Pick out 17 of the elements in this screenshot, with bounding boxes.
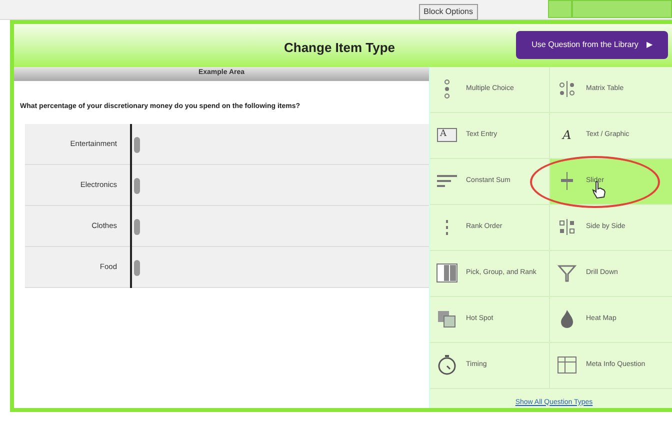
text-box-icon: A [437,128,457,142]
slider-handle[interactable] [134,136,140,152]
columns-icon [436,262,458,284]
slider-handle[interactable] [134,260,140,276]
library-button[interactable]: Use Question from the Library ▶ [516,31,668,60]
grid-icon [556,354,578,376]
block-options-button[interactable]: Block Options [418,4,478,20]
overlapping-squares-icon [436,308,458,330]
slider-handle[interactable] [134,218,140,234]
radio-options-icon [444,79,450,99]
top-tab[interactable] [572,0,672,18]
top-tab[interactable] [548,0,572,18]
hand-cursor-icon [592,180,606,198]
slider-handle[interactable] [134,178,140,194]
stopwatch-icon [436,354,458,376]
letter-a-icon: A [562,129,572,141]
dialog-title: Change Item Type [284,39,396,57]
